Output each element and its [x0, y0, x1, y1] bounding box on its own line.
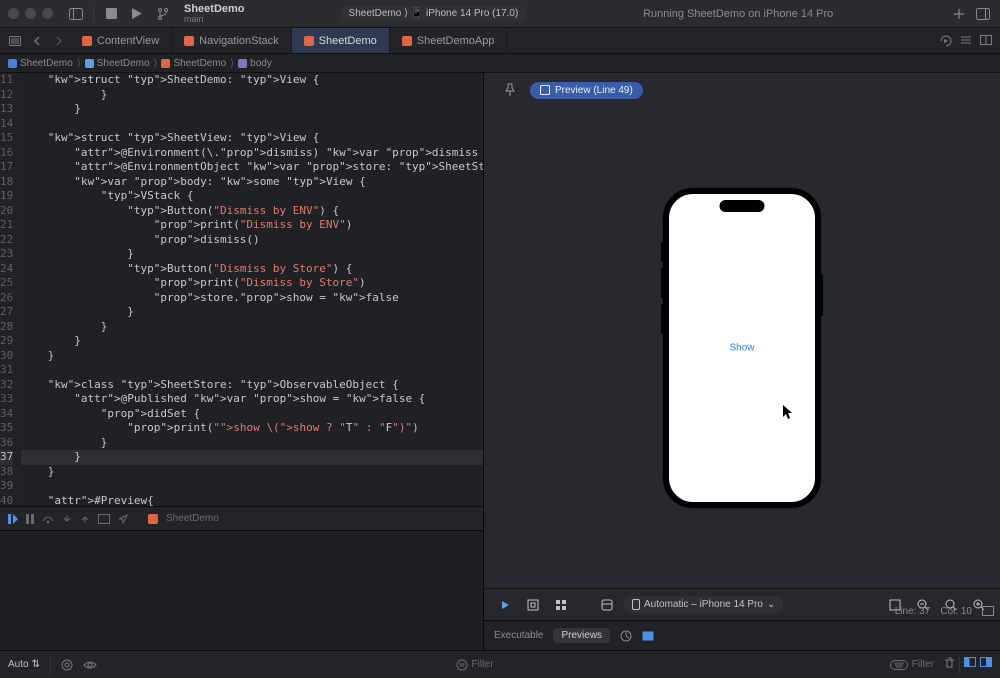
close-dot[interactable] [8, 8, 19, 19]
scheme-name: SheetDemo [184, 4, 245, 15]
window-controls [8, 8, 53, 19]
debug-step-in-icon[interactable] [62, 514, 72, 524]
swift-file-icon [402, 36, 412, 46]
preview-metrics-icon[interactable] [620, 630, 632, 642]
variants-icon[interactable] [550, 594, 572, 616]
show-variables-icon[interactable] [964, 657, 976, 673]
preview-chip-label: Preview (Line 49) [555, 85, 633, 96]
zoom-dot[interactable] [42, 8, 53, 19]
branch-icon[interactable] [154, 5, 172, 23]
titlebar: SheetDemo main SheetDemo ⟩ 📱 iPhone 14 P… [0, 0, 1000, 28]
preview-provider-chip[interactable]: Preview (Line 49) [530, 82, 643, 99]
tab-contentview[interactable]: ContentView [70, 28, 172, 53]
dynamic-island [720, 200, 765, 212]
minimap-icon[interactable] [982, 606, 994, 616]
run-destination[interactable]: SheetDemo ⟩ 📱 iPhone 14 Pro (17.0) [341, 6, 527, 21]
breadcrumb-project[interactable]: SheetDemo [8, 58, 73, 69]
tab-label: NavigationStack [199, 35, 279, 47]
debug-bar: SheetDemo [0, 506, 483, 530]
pin-preview-icon[interactable] [498, 78, 522, 102]
line-number-gutter[interactable]: 1112131415161718192021222324252627282930… [0, 73, 19, 506]
debug-target-label[interactable]: SheetDemo [166, 513, 219, 524]
variables-filter[interactable]: Filter [456, 659, 494, 671]
trash-icon[interactable] [944, 657, 955, 673]
recent-files-icon[interactable] [4, 30, 26, 52]
add-editor-icon[interactable] [980, 35, 992, 47]
scheme-branch: main [184, 15, 245, 24]
console-filter[interactable]: Filter [890, 659, 934, 670]
device-settings-icon[interactable] [596, 594, 618, 616]
stop-button-icon[interactable] [102, 5, 120, 23]
eye-icon[interactable] [83, 660, 97, 670]
source-editor: 1112131415161718192021222324252627282930… [0, 73, 484, 650]
tab-sheetdemo[interactable]: SheetDemo [292, 28, 390, 53]
chevron-updown-icon: ⇅ [32, 659, 40, 670]
tab-label: ContentView [97, 35, 159, 47]
property-icon [238, 59, 247, 68]
swift-file-icon [184, 36, 194, 46]
swift-file-icon [304, 36, 314, 46]
scope-icon[interactable] [61, 659, 73, 671]
minimize-dot[interactable] [25, 8, 36, 19]
code-area[interactable]: 1112131415161718192021222324252627282930… [0, 73, 483, 506]
editor-options [940, 35, 1000, 47]
chevron-down-icon: ⌄ [767, 599, 775, 610]
preview-canvas[interactable]: Show [484, 107, 1000, 588]
project-icon [8, 59, 17, 68]
cursor-line: Line: 37 [895, 606, 931, 617]
bottom-bar: Auto ⇅ Filter Filter [0, 650, 1000, 678]
breadcrumb-symbol[interactable]: body [238, 58, 272, 69]
library-icon[interactable] [974, 5, 992, 23]
swift-file-icon [82, 36, 92, 46]
live-preview-icon[interactable] [494, 594, 516, 616]
breadcrumb-file[interactable]: SheetDemo [161, 58, 226, 69]
scheme-selector[interactable]: SheetDemo main [184, 4, 245, 24]
preview-device-label: Automatic – iPhone 14 Pro [644, 599, 763, 610]
selectable-preview-icon[interactable] [522, 594, 544, 616]
preview-device-selector[interactable]: Automatic – iPhone 14 Pro ⌄ [624, 596, 783, 613]
device-frame: Show [663, 188, 821, 508]
path-bar: SheetDemo ⟩ SheetDemo ⟩ SheetDemo ⟩ body [0, 54, 1000, 73]
previews-tab[interactable]: Previews [553, 628, 610, 643]
filter-pill-icon [890, 660, 908, 670]
back-icon[interactable] [26, 30, 48, 52]
show-button[interactable]: Show [729, 342, 754, 353]
auto-menu[interactable]: Auto ⇅ [8, 659, 40, 670]
activity-status: Running SheetDemo on iPhone 14 Pro [534, 8, 942, 20]
breadcrumb-folder[interactable]: SheetDemo [85, 58, 150, 69]
forward-icon[interactable] [48, 30, 70, 52]
run-button-icon[interactable] [128, 5, 146, 23]
debug-pause-icon[interactable] [26, 514, 34, 524]
debug-location-icon[interactable] [118, 514, 128, 524]
add-icon[interactable] [950, 5, 968, 23]
tab-label: SheetDemoApp [417, 35, 495, 47]
tab-label: SheetDemo [319, 35, 377, 47]
filter-icon [456, 659, 468, 671]
tab-navigationstack[interactable]: NavigationStack [172, 28, 292, 53]
folder-icon [85, 59, 94, 68]
tab-sheetdemoapp[interactable]: SheetDemoApp [390, 28, 508, 53]
preview-canvas-pane: Preview (Line 49) Show Automatic – iPhon… [484, 73, 1000, 650]
cursor-col: Col: 10 [940, 606, 972, 617]
mouse-cursor-icon [783, 405, 794, 420]
executable-tab[interactable]: Executable [494, 630, 543, 641]
preview-console-icon[interactable] [642, 631, 654, 641]
swift-file-icon [161, 59, 170, 68]
debug-step-out-icon[interactable] [80, 514, 90, 524]
editor-running-icon[interactable] [940, 35, 952, 47]
console-area[interactable] [0, 530, 483, 650]
debug-step-over-icon[interactable] [42, 514, 54, 524]
swift-file-icon [148, 514, 158, 524]
run-target-label: SheetDemo ⟩ 📱 iPhone 14 Pro (17.0) [349, 8, 519, 19]
debug-view-icon[interactable] [98, 514, 110, 524]
tab-bar: ContentView NavigationStack SheetDemo Sh… [0, 28, 1000, 54]
adjust-editor-icon[interactable] [960, 35, 972, 47]
show-console-icon[interactable] [980, 657, 992, 673]
debug-continue-icon[interactable] [8, 514, 18, 524]
code-text[interactable]: "kw">struct "typ">SheetDemo: "typ">View … [19, 73, 483, 506]
preview-debug-bar: Executable Previews [484, 620, 1000, 650]
sidebar-toggle-icon[interactable] [67, 5, 85, 23]
